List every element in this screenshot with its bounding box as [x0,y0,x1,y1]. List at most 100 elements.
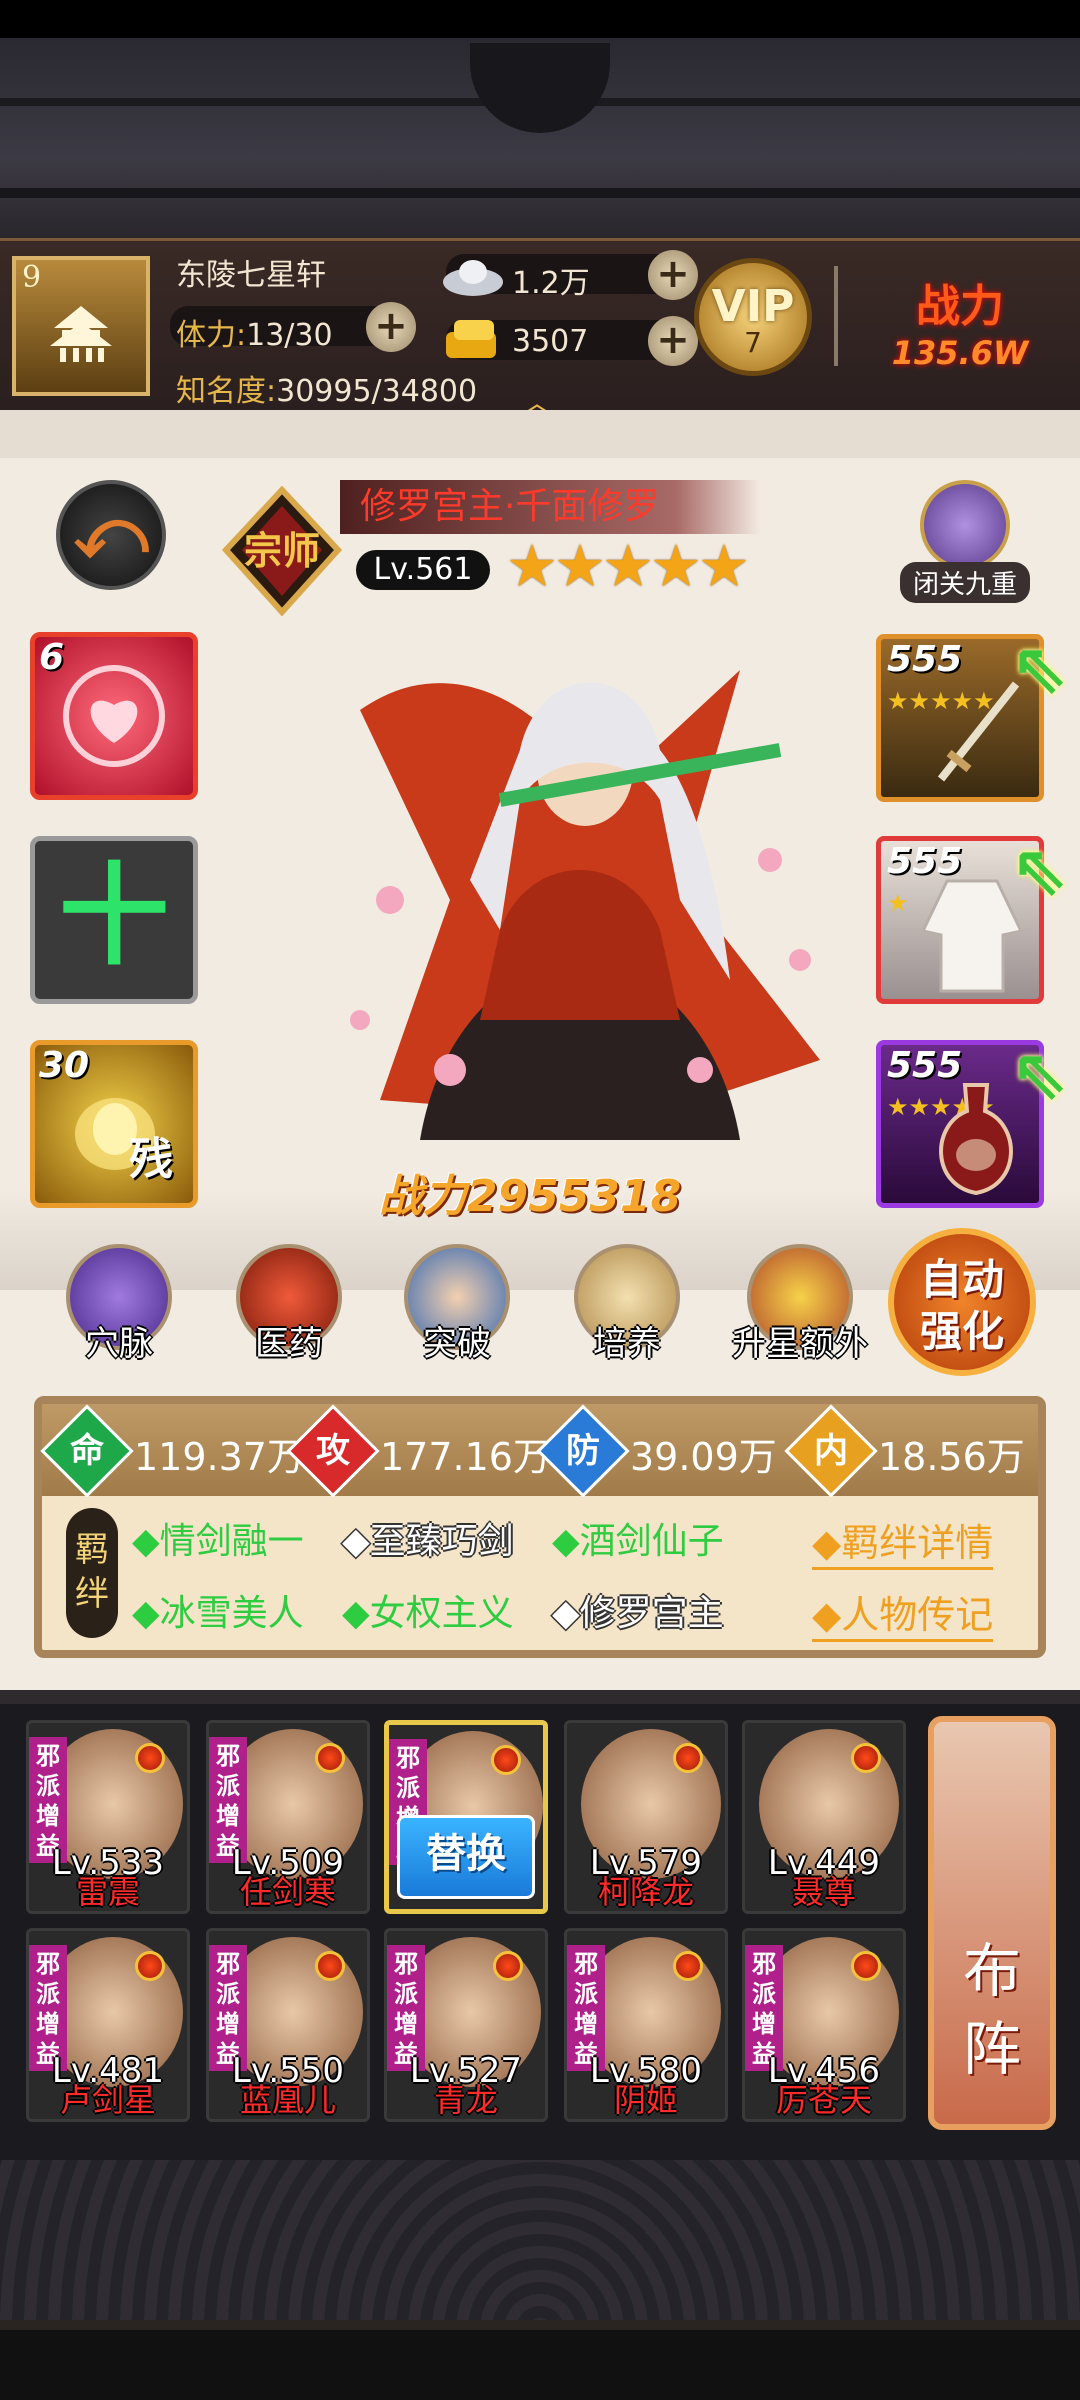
equipment-weapon[interactable]: 555 ★★★★★ ⇖ [876,627,1069,802]
hero-stars: ★★★★★ [506,532,750,600]
stat-attack-value: 177.16万 [380,1435,551,1479]
star-icon: ★ [602,532,654,600]
add-gold-button[interactable]: + [648,316,698,366]
swap-button[interactable]: 替换 [397,1815,535,1899]
header-divider [834,266,838,366]
auto-strengthen-button[interactable]: 自动强化 [888,1228,1036,1376]
add-silver-button[interactable]: + [648,250,698,300]
team-member-card[interactable]: 邪派增益 Lv.533 雷震 [26,1720,190,1914]
breakthrough-label: 突破 [423,1324,491,1364]
auto-strengthen-label: 自动强化 [919,1255,1004,1356]
badge-text: 宗师 [244,529,320,573]
equipment-stars: ★★★★★ [887,1093,995,1121]
meridian-label: 穴脉 [85,1324,153,1364]
bond-item: ◆女权主义 [342,1593,514,1634]
stat-internal-value: 18.56万 [878,1435,1025,1479]
upgrade-arrow-icon[interactable]: ⇖ [1010,627,1069,709]
bond-detail-link[interactable]: ◆羁绊详情 [812,1512,994,1570]
hero-power-label: 战力 [378,1171,467,1222]
upgrade-arrow-icon[interactable]: ⇖ [1010,1033,1069,1115]
medicine-button[interactable]: 医药 [226,1244,352,1365]
star-up-button[interactable]: 升星额外 [730,1244,870,1365]
team-member-card[interactable]: 邪派增益 Lv.509 任剑寒 [206,1720,370,1914]
seclusion-button[interactable]: 闭关九重 [900,480,1030,603]
player-power: 战力 135.6W [860,270,1060,380]
notification-dot-icon [851,1743,881,1773]
vip-label: VIP [711,281,795,332]
skill-slot-3[interactable]: 30 残 [30,1040,198,1208]
fragment-tag: 残 [129,1134,173,1185]
grandmaster-badge-icon: 宗师 [222,486,342,616]
roof-decoration [0,38,1080,238]
meditating-figure-icon [920,480,1010,570]
bond-item: ◆酒剑仙子 [552,1521,724,1562]
breakthrough-button[interactable]: 突破 [394,1244,520,1365]
team-member-card[interactable]: 邪派增益 Lv.481 卢剑星 [26,1928,190,2122]
stat-internal-label: 内 [814,1431,848,1471]
hero-level: Lv.561 [356,550,490,590]
member-name: 青龙 [433,2081,498,2119]
upgrade-arrow-icon[interactable]: ⇖ [1010,829,1069,911]
formation-label: 布阵 [962,1937,1021,2083]
star-icon: ★ [650,532,702,600]
back-button[interactable]: ⤺ [56,480,166,590]
stamina-value: 13/30 [246,318,333,353]
silver-ingot-icon [443,260,503,296]
equipment-treasure[interactable]: 555 ★★★★★ ⇖ [876,1033,1069,1208]
rank-badge[interactable]: 9 [12,256,150,396]
team-panel-border [0,1690,1080,1704]
bond-item: ◆情剑融一 [132,1521,304,1562]
star-icon: ★ [506,532,558,600]
footer-decoration [0,2160,1080,2400]
team-member-card[interactable]: 邪派增益 Lv.550 蓝凰儿 [206,1928,370,2122]
seclusion-label: 闭关九重 [900,562,1030,603]
star-icon: ★ [554,532,606,600]
rank-number: 9 [22,260,42,295]
notification-dot-icon [135,1951,165,1981]
hero-power-value: 2955318 [466,1171,682,1222]
add-stamina-button[interactable]: + [366,302,416,352]
team-member-card[interactable]: Lv.579 柯降龙 [564,1720,728,1914]
notification-dot-icon [493,1951,523,1981]
member-name: 厉苍天 [775,2081,872,2119]
team-member-card-selected[interactable]: 邪派增益 替换 [384,1720,548,1914]
add-skill-slot[interactable]: 十 [30,836,198,1004]
vip-badge[interactable]: VIP 7 [694,258,812,376]
bond-item: ◆冰雪美人 [132,1593,304,1634]
fame-display: 知名度:30995/34800 [176,366,477,410]
formation-button[interactable]: 布阵 [928,1716,1056,2130]
bond-item: ◆至臻巧剑 [342,1521,514,1562]
notification-dot-icon [673,1743,703,1773]
skill-slot-1[interactable]: 6 [30,632,198,800]
team-member-card[interactable]: 邪派增益 Lv.580 阴姬 [564,1928,728,2122]
biography-link[interactable]: ◆人物传记 [812,1584,994,1642]
pagoda-icon [50,306,112,362]
team-member-card[interactable]: Lv.449 聂尊 [742,1720,906,1914]
team-member-card[interactable]: 邪派增益 Lv.456 厉苍天 [742,1928,906,2122]
hero-power: 战力2955318 [360,1160,700,1222]
panel-stripe [0,410,1080,458]
stamina-display: 体力:13/30 [176,310,333,354]
stamina-label: 体力: [176,318,247,353]
stat-attack-label: 攻 [316,1431,350,1471]
notification-dot-icon [851,1951,881,1981]
team-member-card[interactable]: 邪派增益 Lv.527 青龙 [384,1928,548,2122]
star-up-label: 升星额外 [732,1324,868,1364]
meridian-button[interactable]: 穴脉 [56,1244,182,1365]
heart-rose-icon [63,665,165,767]
member-name: 蓝凰儿 [239,2081,336,2119]
stat-defense: 防 39.09万 [536,1404,782,1498]
notification-dot-icon [673,1951,703,1981]
status-bar [0,0,1080,38]
notification-dot-icon [491,1745,521,1775]
cultivate-button[interactable]: 培养 [564,1244,690,1365]
gold-ingot-icon [446,320,496,358]
stat-life: 命 119.37万 [40,1404,305,1498]
equipment-armor[interactable]: 555 ★ ⇖ [876,829,1069,1004]
member-name: 聂尊 [791,1873,856,1911]
player-name: 东陵七星轩 [176,258,326,293]
stat-attack: 攻 177.16万 [286,1404,551,1498]
bond-item: ◆修罗宫主 [552,1593,724,1634]
star-icon: ★ [698,532,750,600]
fame-value: 30995/34800 [276,374,478,409]
